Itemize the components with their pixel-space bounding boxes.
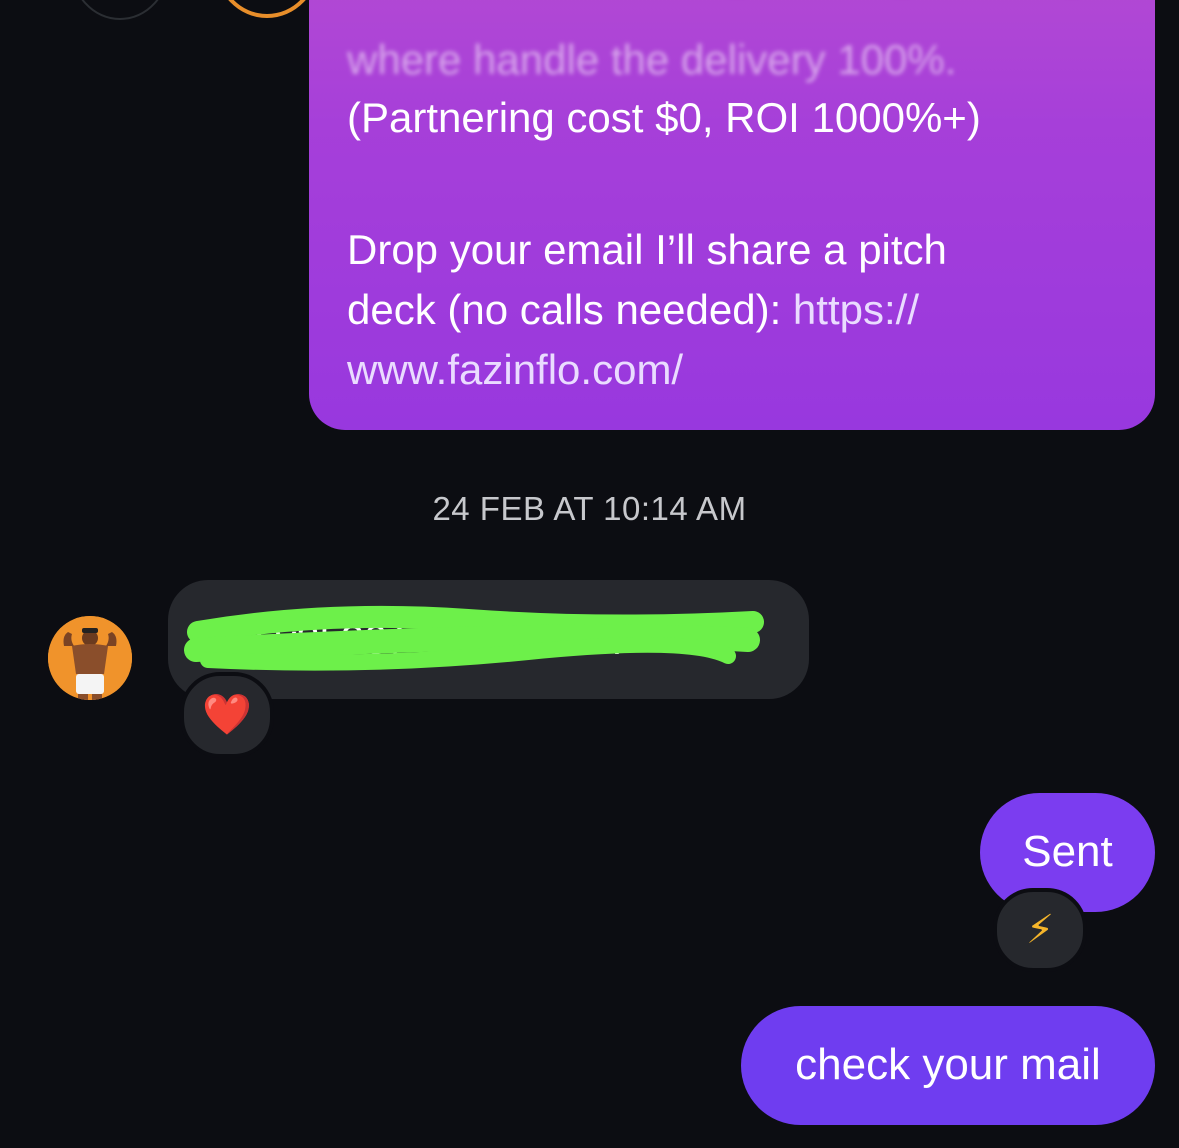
top-avatar-partial[interactable] — [70, 0, 170, 20]
message-line: Drop your email I’ll share a pitch — [347, 226, 947, 273]
top-story-ring-partial[interactable] — [215, 0, 319, 18]
incoming-message-bubble[interactable]: g t l y2k20@gmail.com — [168, 580, 809, 699]
message-line: (Partnering cost $0, ROI 1000%+) — [347, 94, 981, 141]
message-text: deck (no calls needed): — [347, 286, 793, 333]
avatar-image — [48, 616, 132, 700]
outgoing-message-bubble[interactable]: where handle the delivery 100%. (Partner… — [309, 0, 1155, 430]
message-timestamp: 24 FEB AT 10:14 AM — [432, 490, 747, 527]
outgoing-message-bubble[interactable]: check your mail — [741, 1006, 1155, 1125]
blurred-message-line: where handle the delivery 100%. — [347, 36, 957, 83]
reaction-badge[interactable]: ❤️ — [180, 672, 274, 758]
outgoing-message-text: Sent — [1022, 827, 1113, 876]
chat-screen: where handle the delivery 100%. (Partner… — [0, 0, 1179, 1148]
message-line: deck (no calls needed): https:// — [347, 280, 919, 340]
outgoing-message-text: check your mail — [795, 1040, 1101, 1089]
lightning-reaction-icon: ⚡ — [1025, 908, 1055, 952]
avatar[interactable] — [48, 616, 132, 700]
message-link[interactable]: https:// — [793, 286, 919, 333]
redaction-scribble — [184, 605, 764, 671]
heart-reaction-icon: ❤️ — [202, 693, 252, 737]
reaction-badge[interactable]: ⚡ — [993, 888, 1087, 972]
message-link[interactable]: www.fazinflo.com/ — [347, 340, 683, 400]
